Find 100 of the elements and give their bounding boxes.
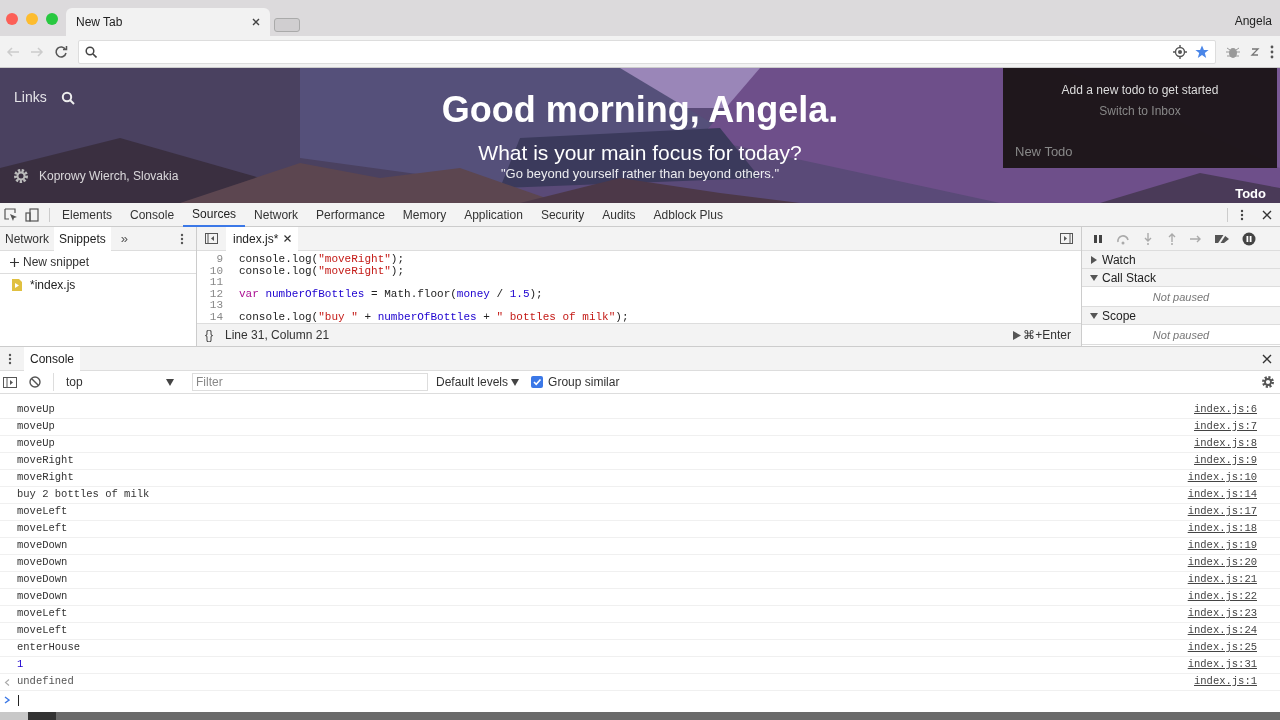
todo-message: Add a new todo to get started xyxy=(1060,82,1220,99)
greeting: Good morning, Angela. xyxy=(441,88,839,132)
more-icon[interactable] xyxy=(1240,208,1244,221)
source-link[interactable]: index.js:14 xyxy=(1187,487,1257,503)
pause-on-exceptions-icon[interactable] xyxy=(1242,231,1256,246)
devtools-tab[interactable]: Performance xyxy=(307,202,394,227)
menu-icon[interactable] xyxy=(1270,44,1274,59)
devtools-tab[interactable]: Network xyxy=(245,202,308,227)
log-message: moveLeft xyxy=(17,606,68,622)
log-message: undefined xyxy=(17,674,74,690)
todo-button[interactable]: Todo xyxy=(1235,183,1266,203)
devtools-tab[interactable]: Console xyxy=(121,202,184,227)
devtools-tab[interactable]: Elements xyxy=(53,202,122,227)
collapsed-icon xyxy=(1090,255,1098,264)
device-icon[interactable] xyxy=(25,207,39,222)
section-header[interactable]: Call Stack xyxy=(1082,269,1280,287)
run-button[interactable]: ⌘+Enter xyxy=(1013,326,1071,344)
log-message: moveUp xyxy=(17,419,55,435)
log-message: 1 xyxy=(17,657,24,673)
more-icon[interactable] xyxy=(8,352,12,365)
source-link[interactable]: index.js:6 xyxy=(1194,402,1257,418)
clear-icon[interactable] xyxy=(29,376,41,388)
line-number: 10 xyxy=(208,265,224,277)
code-line: console.log("buy " + numberOfBottles + " bottles of milk"); xyxy=(238,311,629,323)
source-link[interactable]: index.js:23 xyxy=(1187,606,1257,622)
deactivate-breakpoints-icon[interactable] xyxy=(1214,232,1230,245)
status-text: Not paused xyxy=(1082,325,1280,345)
drawer-tab[interactable]: Console xyxy=(24,346,81,371)
pause-icon[interactable] xyxy=(1092,232,1104,245)
checkbox[interactable] xyxy=(531,376,544,388)
section-header[interactable]: Scope xyxy=(1082,307,1280,325)
source-link[interactable]: index.js:9 xyxy=(1194,453,1257,469)
source-link[interactable]: index.js:25 xyxy=(1187,640,1257,656)
source-link[interactable]: index.js:1 xyxy=(1194,674,1257,690)
sidebar-toggle-icon[interactable] xyxy=(3,376,17,388)
editor-tab[interactable]: index.js* xyxy=(226,226,299,251)
log-message: moveUp xyxy=(17,436,55,452)
checkbox-label: Group similar xyxy=(548,374,620,391)
source-link[interactable]: index.js:21 xyxy=(1187,572,1257,588)
source-link[interactable]: index.js:8 xyxy=(1194,436,1257,452)
settings-icon[interactable] xyxy=(1261,375,1275,389)
devtools-tab[interactable]: Security xyxy=(531,202,594,227)
close-icon[interactable] xyxy=(284,235,292,242)
devtools-tab[interactable]: Adblock Plus xyxy=(644,202,732,227)
todo-input[interactable]: New Todo xyxy=(1015,142,1255,162)
section-header[interactable]: Watch xyxy=(1082,251,1280,269)
tab-title: New Tab xyxy=(76,14,123,31)
inspect-icon[interactable] xyxy=(4,207,18,222)
cursor-position: Line 31, Column 21 xyxy=(225,327,330,344)
close-icon[interactable] xyxy=(1262,209,1272,220)
extension-icon[interactable] xyxy=(1250,46,1260,57)
source-link[interactable]: index.js:18 xyxy=(1187,521,1257,537)
source-link[interactable]: index.js:20 xyxy=(1187,555,1257,571)
source-link[interactable]: index.js:22 xyxy=(1187,589,1257,605)
context-selector[interactable]: top xyxy=(53,373,178,391)
sidebar-toggle-icon[interactable] xyxy=(1060,233,1073,244)
code-line: var numberOfBottles = Math.floor(money / 1.5); xyxy=(238,288,543,300)
file-icon xyxy=(12,279,22,291)
star-icon[interactable] xyxy=(1195,44,1209,59)
source-link[interactable]: index.js:10 xyxy=(1187,470,1257,486)
close-icon[interactable] xyxy=(252,18,260,26)
search-icon[interactable] xyxy=(60,90,75,105)
more-icon[interactable] xyxy=(180,232,184,245)
devtools-tab[interactable]: Memory xyxy=(393,202,456,227)
quote: "Go beyond yourself rather than beyond others." xyxy=(500,166,780,182)
code-line: console.log("moveRight"); xyxy=(238,265,405,277)
address-field[interactable] xyxy=(78,39,1216,64)
file-item[interactable]: *index.js xyxy=(30,276,76,294)
levels-dropdown[interactable]: Default levels xyxy=(436,373,520,391)
switch-link[interactable]: Switch to Inbox xyxy=(1099,102,1181,120)
search-icon xyxy=(85,45,97,58)
devtools-tab[interactable]: Audits xyxy=(593,202,645,227)
more-tabs-button[interactable]: » xyxy=(120,228,128,249)
navigator-tab[interactable]: Network xyxy=(0,226,54,251)
location-icon[interactable] xyxy=(1173,44,1187,59)
source-link[interactable]: index.js:24 xyxy=(1187,623,1257,639)
prompt-icon xyxy=(4,696,10,704)
log-message: moveDown xyxy=(17,589,68,605)
line-number: 11 xyxy=(208,277,224,289)
filter-field[interactable]: Filter xyxy=(192,373,428,391)
plus-icon xyxy=(10,257,19,267)
reload-icon[interactable] xyxy=(54,44,68,59)
source-link[interactable]: index.js:17 xyxy=(1187,504,1257,520)
source-link[interactable]: index.js:31 xyxy=(1187,657,1257,673)
sidebar-toggle-icon[interactable] xyxy=(205,233,218,244)
new-snippet-button[interactable]: New snippet xyxy=(0,251,196,274)
source-link[interactable]: index.js:7 xyxy=(1194,419,1257,435)
format-button[interactable]: {} xyxy=(205,326,213,344)
settings-icon[interactable] xyxy=(12,167,30,185)
devtools-tab[interactable]: Application xyxy=(455,202,532,227)
navigator-tab[interactable]: Snippets xyxy=(54,226,111,251)
log-message: buy 2 bottles of milk xyxy=(17,487,150,503)
source-link[interactable]: index.js:19 xyxy=(1187,538,1257,554)
profile-name[interactable]: Angela xyxy=(1234,12,1272,30)
links-button[interactable]: Links xyxy=(14,87,47,108)
close-icon[interactable] xyxy=(1262,353,1272,364)
browser-tab[interactable]: New Tab xyxy=(66,8,270,36)
log-message: enterHouse xyxy=(17,640,80,656)
log-message: moveDown xyxy=(17,538,68,554)
log-message: moveLeft xyxy=(17,623,68,639)
